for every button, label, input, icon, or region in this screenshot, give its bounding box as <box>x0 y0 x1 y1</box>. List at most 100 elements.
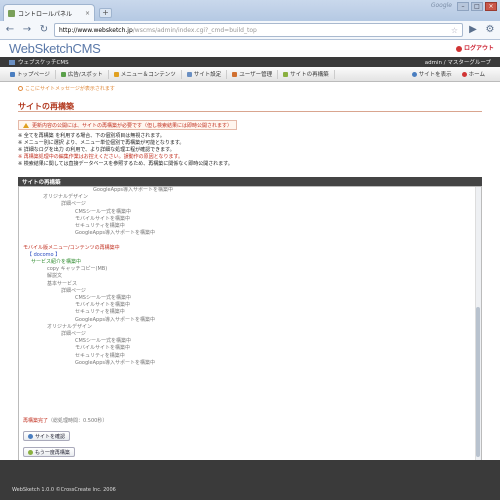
menu-item[interactable]: サイトの再構築 <box>278 69 335 79</box>
menu-right-item[interactable]: サイトを表示 <box>407 70 457 79</box>
maximize-button[interactable]: □ <box>471 2 483 11</box>
rebuild-log: GoogleApps導入サポートを構築中 オリジナルデザイン 詳細ページ CMSシール… <box>23 187 173 367</box>
warning-text: 更新内容の公開には、サイトの再構築が必要です（但し検索結果には即時公開されます） <box>32 122 233 129</box>
browser-toolbar: ← → ↻ http://www.websketch.jp/wscms/admi… <box>0 21 500 40</box>
log-line: モバイルサイトを構築中 <box>75 215 131 222</box>
warning-icon <box>23 122 29 128</box>
logout-icon <box>455 45 462 52</box>
menu-item[interactable]: 広告/スポット <box>56 69 109 79</box>
rebuild-complete: 再構築完了（総処理時間：0.500秒） <box>23 417 107 424</box>
view-site-label: サイトを確認 <box>35 433 66 440</box>
menu-item-label: トップページ <box>17 72 50 78</box>
rebuild-log-panel[interactable]: GoogleApps導入サポートを構築中 オリジナルデザイン 詳細ページ CMSシール… <box>18 186 482 466</box>
done-label: 再構築完了 <box>23 418 49 424</box>
log-line: 解説文 <box>47 273 63 280</box>
menu-item-label: ユーザー管理 <box>239 72 273 78</box>
note-line: ※ 全てを再構築 を利用する場合、下の個別項目は無視されます。 <box>18 133 165 139</box>
site-notice: ここにサイトメッセージが表示されます <box>18 85 115 92</box>
rebuild-again-button[interactable]: もう一度再構築 <box>23 447 75 457</box>
done-detail: （総処理時間：0.500秒） <box>48 418 108 424</box>
log-line: GoogleApps導入サポートを構築中 <box>75 359 156 366</box>
note-line: ※ メニュー別に選択 より、メニュー単位個別で再構築が可能となります。 <box>18 140 185 146</box>
main-menu: トップページ 広告/スポット メニュー＆コンテンツ サイト設定 ユーザー管理 サイトの再構… <box>0 67 500 82</box>
log-line: GoogleApps導入サポートを構築中 <box>75 316 156 323</box>
reload-button[interactable]: ↻ <box>37 23 51 37</box>
site-logo[interactable]: WebSketchCMS <box>9 41 101 56</box>
log-line: 【 docomo 】 <box>27 251 61 258</box>
favicon-icon <box>8 9 15 17</box>
menu-icon <box>232 71 238 77</box>
info-icon <box>18 86 23 91</box>
log-line: モバイル版メニュー/コンテンツの再構築中 <box>23 244 120 251</box>
panel-title: サイトの再構築 <box>18 177 482 186</box>
logout-label: ログアウト <box>463 45 494 52</box>
menu-icon <box>60 71 66 77</box>
note-line: ※ 詳細なログを出力 の利用で、より詳細な処理工程が確認できます。 <box>18 147 175 153</box>
site-info-bar: ウェブスケッチCMS admin / マスターグループ <box>0 57 500 67</box>
url-host: http://www.websketch.jp <box>59 26 133 34</box>
menu-icon <box>283 71 289 77</box>
menu-item-label: サイトの再構築 <box>290 72 329 78</box>
note-line: ※ 検索結果に関しては直接データベースを参照するため、再構築に関係なく即時公開さ… <box>18 161 233 167</box>
page-menu-icon[interactable]: ▶ <box>466 23 480 37</box>
log-line: copy キャッチコピー(MB) <box>47 266 108 273</box>
log-line: 基本サービス <box>47 280 78 287</box>
close-window-button[interactable]: × <box>485 2 497 11</box>
log-line: セキュリティを構築中 <box>75 352 125 359</box>
menu-item[interactable]: サイト設定 <box>182 69 228 79</box>
log-line: 詳細ページ <box>61 287 86 294</box>
log-line: オリジナルデザイン <box>47 323 93 330</box>
menu-item[interactable]: メニュー＆コンテンツ <box>109 69 182 79</box>
address-bar[interactable]: http://www.websketch.jp/wscms/admin/inde… <box>54 23 463 37</box>
logout-link[interactable]: ログアウト <box>455 43 494 52</box>
menu-right-label: ホーム <box>468 72 485 78</box>
log-line: CMSシール一式を構築中 <box>75 208 131 215</box>
bookmark-star-icon[interactable]: ☆ <box>451 26 458 35</box>
log-scrollbar-thumb[interactable] <box>476 307 480 457</box>
globe-icon <box>28 433 33 439</box>
menu-right-item[interactable]: ホーム <box>457 70 490 79</box>
log-line: セキュリティを構築中 <box>75 309 125 316</box>
menu-item[interactable]: トップページ <box>10 69 56 79</box>
notes-list: ※ 全てを再構築 を利用する場合、下の個別項目は無視されます。 ※ メニュー別に選… <box>18 133 233 168</box>
refresh-icon <box>28 449 33 455</box>
new-tab-button[interactable]: + <box>99 8 112 18</box>
minimize-button[interactable]: – <box>457 2 469 11</box>
note-line: ※ 再構築処理中の編集作業はお控えください。誤動作の原因となります。 <box>18 154 183 160</box>
log-line: GoogleApps導入サポートを構築中 <box>75 230 156 237</box>
tools-menu-icon[interactable]: ⚙ <box>483 23 497 37</box>
user-info: admin / マスターグループ <box>424 60 491 66</box>
menu-right-label: サイトを表示 <box>418 72 452 78</box>
back-button[interactable]: ← <box>3 23 17 37</box>
site-icon <box>9 59 15 65</box>
log-line: モバイルサイトを構築中 <box>75 345 131 352</box>
warning-box: 更新内容の公開には、サイトの再構築が必要です（但し検索結果には即時公開されます） <box>18 120 238 130</box>
view-site-button[interactable]: サイトを確認 <box>23 431 71 441</box>
menu-icon <box>10 71 15 77</box>
menu-right-icon <box>461 71 467 77</box>
log-line: オリジナルデザイン <box>43 194 89 201</box>
site-name: ウェブスケッチCMS <box>18 60 69 66</box>
window-controls: – □ × <box>457 2 497 11</box>
menu-item-label: メニュー＆コンテンツ <box>120 72 176 78</box>
menu-item-label: サイト設定 <box>193 72 222 78</box>
site-footer: WebSketch 1.0.0 ©CrossCreate Inc. 2006 <box>0 460 500 500</box>
tab-title: コントロールパネル <box>18 10 73 18</box>
log-scrollbar[interactable] <box>475 187 481 465</box>
title-divider <box>18 111 482 112</box>
menu-icon <box>113 71 119 77</box>
tab-close-icon[interactable]: × <box>85 10 90 17</box>
log-line: 詳細ページ <box>61 201 86 208</box>
browser-tab[interactable]: コントロールパネル × <box>3 4 95 21</box>
browser-brand: Google <box>430 2 452 9</box>
forward-button[interactable]: → <box>20 23 34 37</box>
menu-item[interactable]: ユーザー管理 <box>227 69 279 79</box>
menu-right-icon <box>411 71 417 77</box>
log-line: サービス紹介を構築中 <box>31 259 82 266</box>
site-notice-text: ここにサイトメッセージが表示されます <box>25 86 115 92</box>
menu-item-label: 広告/スポット <box>67 72 103 78</box>
menu-icon <box>186 71 192 77</box>
browser-titlebar: コントロールパネル × + Google – □ × <box>0 0 500 21</box>
site-viewport: WebSketchCMS ログアウト ウェブスケッチCMS admin / マス… <box>0 40 500 500</box>
